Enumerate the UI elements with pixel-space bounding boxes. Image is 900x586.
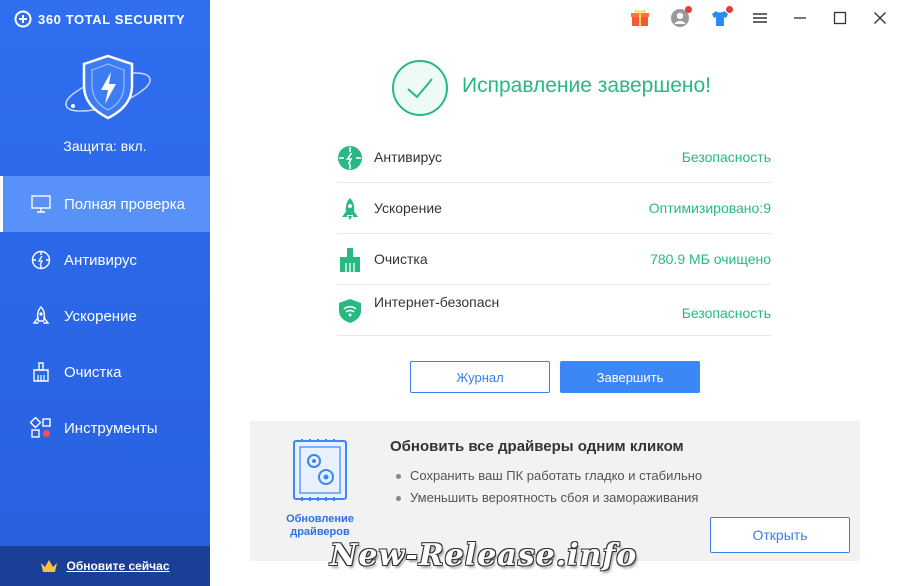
result-label: Антивирус: [374, 149, 443, 165]
result-value: Безопасность: [681, 305, 771, 321]
list-item: Уменьшить вероятность сбоя и замораживан…: [396, 487, 702, 509]
antivirus-icon: [338, 146, 362, 170]
result-label: Интернет-безопасн: [374, 294, 500, 310]
watermark: New-Release.info: [330, 538, 638, 573]
upgrade-label: Обновите сейчас: [66, 559, 170, 573]
sidebar-item-label: Полная проверка: [64, 195, 185, 213]
gift-icon[interactable]: [630, 8, 650, 28]
sidebar-item-label: Очистка: [64, 363, 122, 381]
driver-chip-icon: [293, 439, 347, 501]
wifi-shield-icon: [339, 299, 361, 323]
success-check-icon: [392, 60, 448, 116]
promo-bullets: Сохранить ваш ПК работать гладко и стаби…: [396, 465, 702, 509]
close-icon[interactable]: [870, 8, 890, 28]
result-row-antivirus: Антивирус Безопасность: [337, 132, 771, 183]
shield-icon: [65, 54, 151, 120]
result-value: 780.9 МБ очищено: [650, 251, 771, 267]
brand: 360 TOTAL SECURITY: [14, 8, 185, 30]
sidebar-item-speedup[interactable]: Ускорение: [0, 288, 210, 344]
sidebar-item-antivirus[interactable]: Антивирус: [0, 232, 210, 288]
tools-icon: [30, 417, 51, 438]
result-label: Ускорение: [374, 200, 442, 216]
sidebar-item-cleanup[interactable]: Очистка: [0, 344, 210, 400]
result-value: Безопасность: [681, 149, 771, 165]
rocket-icon: [342, 198, 358, 220]
sidebar-item-label: Антивирус: [64, 251, 137, 269]
journal-button[interactable]: Журнал: [410, 361, 550, 393]
rocket-icon: [32, 306, 50, 324]
list-item: Сохранить ваш ПК работать гладко и стаби…: [396, 465, 702, 487]
broom-icon: [33, 362, 49, 382]
sidebar-item-label: Инструменты: [64, 419, 158, 437]
broom-icon: [340, 248, 360, 272]
minimize-icon[interactable]: [790, 8, 810, 28]
brand-name: 360 TOTAL SECURITY: [38, 11, 186, 27]
result-label: Очистка: [374, 251, 428, 267]
promo-title: Обновить все драйверы одним кликом: [390, 438, 684, 455]
monitor-icon: [31, 195, 51, 213]
result-row-cleanup: Очистка 780.9 МБ очищено: [337, 234, 771, 285]
sidebar-item-label: Ускорение: [64, 307, 137, 325]
promo-caption: Обновление драйверов: [286, 513, 354, 538]
sidebar-nav: Полная проверка Антивирус Ускорение Очис…: [0, 176, 210, 456]
result-value: Оптимизировано:9: [648, 200, 771, 216]
sidebar-item-tools[interactable]: Инструменты: [0, 400, 210, 456]
logo-icon: [14, 10, 32, 28]
result-list: Антивирус Безопасность Ускорение Оптимиз…: [337, 132, 771, 336]
notification-dot: [685, 6, 692, 13]
result-row-speedup: Ускорение Оптимизировано:9: [337, 183, 771, 234]
open-button[interactable]: Открыть: [710, 517, 850, 553]
protection-status: Защита: вкл.: [63, 138, 147, 154]
menu-icon[interactable]: [750, 8, 770, 28]
result-row-internet: Интернет-безопасн Безопасность: [337, 285, 771, 336]
main-panel: Исправление завершено! Антивирус Безопас…: [210, 36, 900, 586]
sidebar: 360 TOTAL SECURITY Защита: вкл. Полная п…: [0, 0, 210, 586]
sidebar-item-full-scan[interactable]: Полная проверка: [0, 176, 210, 232]
antivirus-icon: [31, 250, 51, 270]
result-title: Исправление завершено!: [462, 74, 711, 97]
title-bar: [210, 0, 900, 36]
crown-icon: [41, 560, 58, 572]
finish-button[interactable]: Завершить: [560, 361, 700, 393]
upgrade-link[interactable]: Обновите сейчас: [0, 546, 210, 586]
maximize-icon[interactable]: [830, 8, 850, 28]
notification-dot: [726, 6, 733, 13]
